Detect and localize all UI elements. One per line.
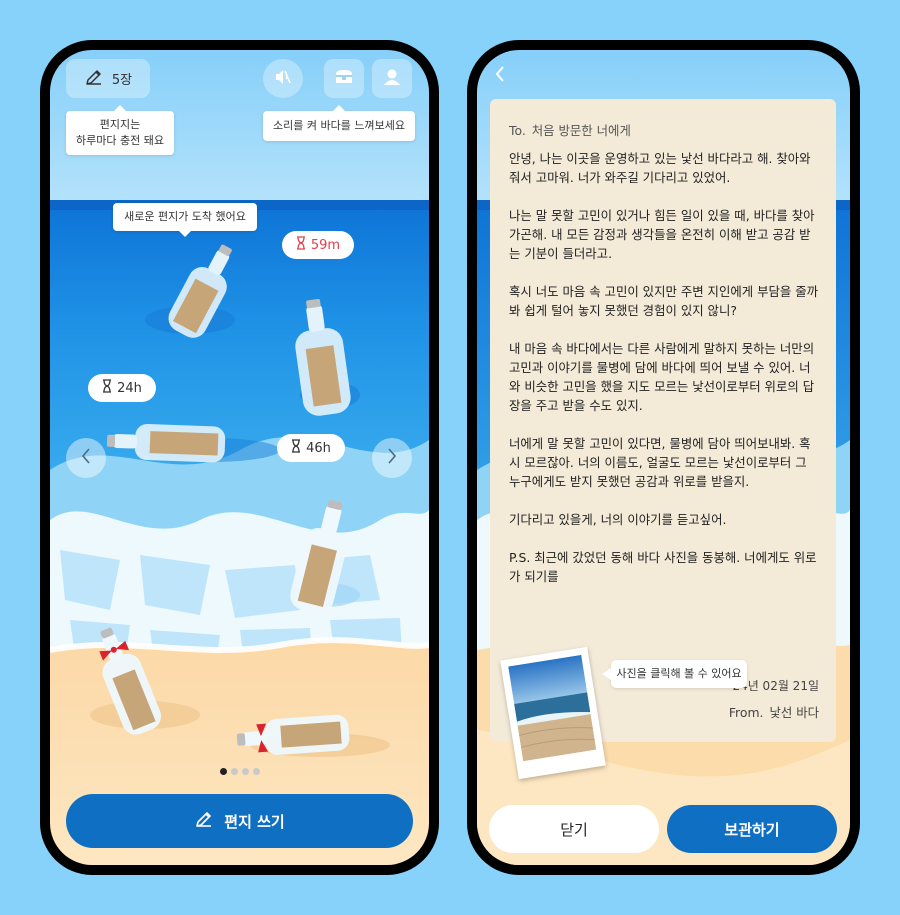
timer-badge-3: 46h [277,434,345,462]
hourglass-icon [291,439,301,457]
letter-paragraph-5: 너에게 말 못할 고민이 있다면, 물병에 담아 띄어보내봐. 혹시 모르잖아.… [509,436,811,489]
back-button[interactable] [493,64,507,88]
timer-value-1: 59m [310,237,341,253]
page-dot-4[interactable] [253,768,260,775]
close-button[interactable]: 닫기 [489,805,659,853]
letter-paragraph-2: 나는 말 못할 고민이 있거나 힘든 일이 있을 때, 바다를 찾아가곤해. 내… [509,208,815,261]
beach-photo[interactable] [500,646,606,780]
page-dot-1[interactable] [220,768,227,775]
pencil-icon [84,67,104,91]
next-arrow-button[interactable] [372,438,412,478]
sound-tooltip: 소리를 켜 바다를 느껴보세요 [263,105,415,141]
timer-value-2: 24h [117,380,142,396]
letter-sender: From. 낯선 바다 [729,703,819,721]
write-letter-button[interactable]: 편지 쓰기 [66,794,413,848]
chevron-left-icon [80,447,92,469]
prev-arrow-button[interactable] [66,438,106,478]
pencil-icon [194,809,214,833]
from-name: 낯선 바다 [769,705,819,720]
letter-paragraph-3: 혹시 너도 마음 속 고민이 있지만 주변 지인에게 부담을 줄까 봐 쉽게 털… [509,284,819,318]
timer-badge-1: 59m [282,231,354,259]
letter-paragraph-4: 내 마음 속 바다에서는 다른 사람에게 말하지 못하는 너만의 고민과 이야기… [509,341,815,413]
page-dot-3[interactable] [242,768,249,775]
to-label: To. [509,123,526,138]
refill-tooltip-line-2: 하루마다 충전 돼요 [76,134,164,147]
letter-count: 5장 [111,73,133,88]
treasure-chest-icon [333,67,355,91]
write-letter-label: 편지 쓰기 [224,812,285,831]
page-dot-2[interactable] [231,768,238,775]
new-letter-tooltip: 새로운 편지가 도착 했어요 [113,203,257,237]
phone-frame-letter: To. 처음 방문한 너에게 안녕, 나는 이곳을 운영하고 있는 낯선 바다라고… [467,40,860,875]
letter-recipient: To. 처음 방문한 너에게 [509,121,631,139]
save-button[interactable]: 보관하기 [667,805,837,853]
refill-tooltip: 편지지는 하루마다 충전 돼요 [66,105,174,155]
beach-photo-image [508,654,597,762]
phone-frame-main: 5장 편지지는 하루마다 충전 돼요 소리를 켜 바다를 느껴보세요 새로운 편… [40,40,439,875]
speaker-muted-icon [273,67,293,91]
letter-paper: To. 처음 방문한 너에게 안녕, 나는 이곳을 운영하고 있는 낯선 바다라고… [490,99,836,742]
profile-button[interactable] [372,59,412,98]
user-icon [382,67,402,91]
to-name: 처음 방문한 너에게 [531,123,631,138]
refill-tooltip-line-1: 편지지는 [99,118,141,131]
letter-screen: To. 처음 방문한 너에게 안녕, 나는 이곳을 운영하고 있는 낯선 바다라고… [477,50,850,865]
letter-paragraph-7: P.S. 최근에 갔었던 동해 바다 사진을 동봉해. 너에게도 위로가 되기를 [509,550,817,584]
chevron-right-icon [386,447,398,469]
letter-paragraph-1: 안녕, 나는 이곳을 운영하고 있는 낯선 바다라고 해. 찾아와줘서 고마워.… [509,151,811,185]
sea-screen: 5장 편지지는 하루마다 충전 돼요 소리를 켜 바다를 느껴보세요 새로운 편… [50,50,429,865]
hourglass-icon [296,236,306,254]
photo-tooltip: 사진을 클릭해 볼 수 있어요 [602,660,747,688]
hourglass-icon [102,379,112,397]
chevron-left-icon [493,66,507,88]
timer-badge-2: 24h [88,374,156,402]
from-label: From. [728,705,764,720]
page-indicator [220,768,260,775]
letter-count-button[interactable]: 5장 [66,59,150,98]
sound-toggle-button[interactable] [263,59,303,98]
timer-value-3: 46h [306,440,331,456]
letter-paragraph-6: 기다리고 있을게, 너의 이야기를 듣고싶어. [509,512,727,527]
treasure-box-button[interactable] [324,59,364,98]
